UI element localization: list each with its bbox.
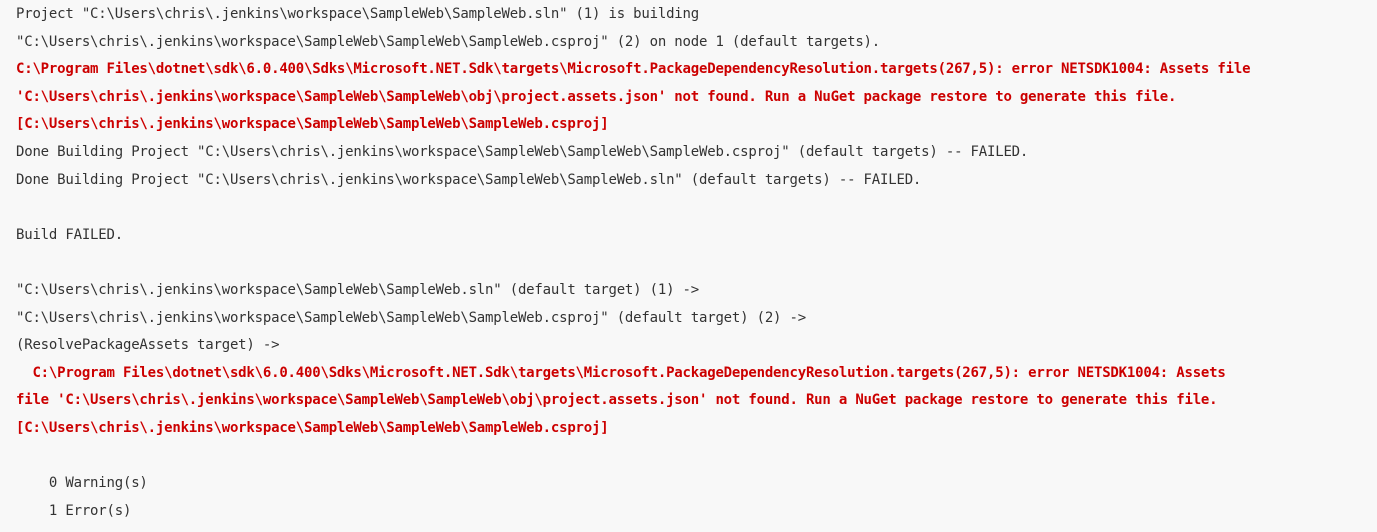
error-line: C:\Program Files\dotnet\sdk\6.0.400\Sdks… (16, 61, 1251, 78)
error-line: [C:\Users\chris\.jenkins\workspace\Sampl… (16, 419, 609, 436)
console-line-build-start: Project "C:\Users\chris\.jenkins\workspa… (16, 6, 699, 22)
console-line-trace-sln: "C:\Users\chris\.jenkins\workspace\Sampl… (16, 281, 699, 298)
error-line: [C:\Users\chris\.jenkins\workspace\Sampl… (16, 116, 609, 133)
error-line: 'C:\Users\chris\.jenkins\workspace\Sampl… (16, 88, 1177, 105)
console-output[interactable]: Project "C:\Users\chris\.jenkins\workspa… (0, 0, 1377, 532)
error-line: C:\Program Files\dotnet\sdk\6.0.400\Sdks… (16, 364, 1226, 381)
warning-count-line: 0 Warning(s) (16, 475, 148, 492)
console-line-trace-target: (ResolvePackageAssets target) -> (16, 337, 280, 354)
build-status-line: Build FAILED. (16, 226, 123, 243)
console-line-project-node: "C:\Users\chris\.jenkins\workspace\Sampl… (16, 33, 881, 50)
console-line-trace-csproj: "C:\Users\chris\.jenkins\workspace\Sampl… (16, 309, 806, 326)
error-count-line: 1 Error(s) (16, 502, 132, 519)
console-line-done-sln: Done Building Project "C:\Users\chris\.j… (16, 171, 922, 188)
error-line: file 'C:\Users\chris\.jenkins\workspace\… (16, 392, 1218, 409)
console-line-done-csproj: Done Building Project "C:\Users\chris\.j… (16, 143, 1029, 160)
